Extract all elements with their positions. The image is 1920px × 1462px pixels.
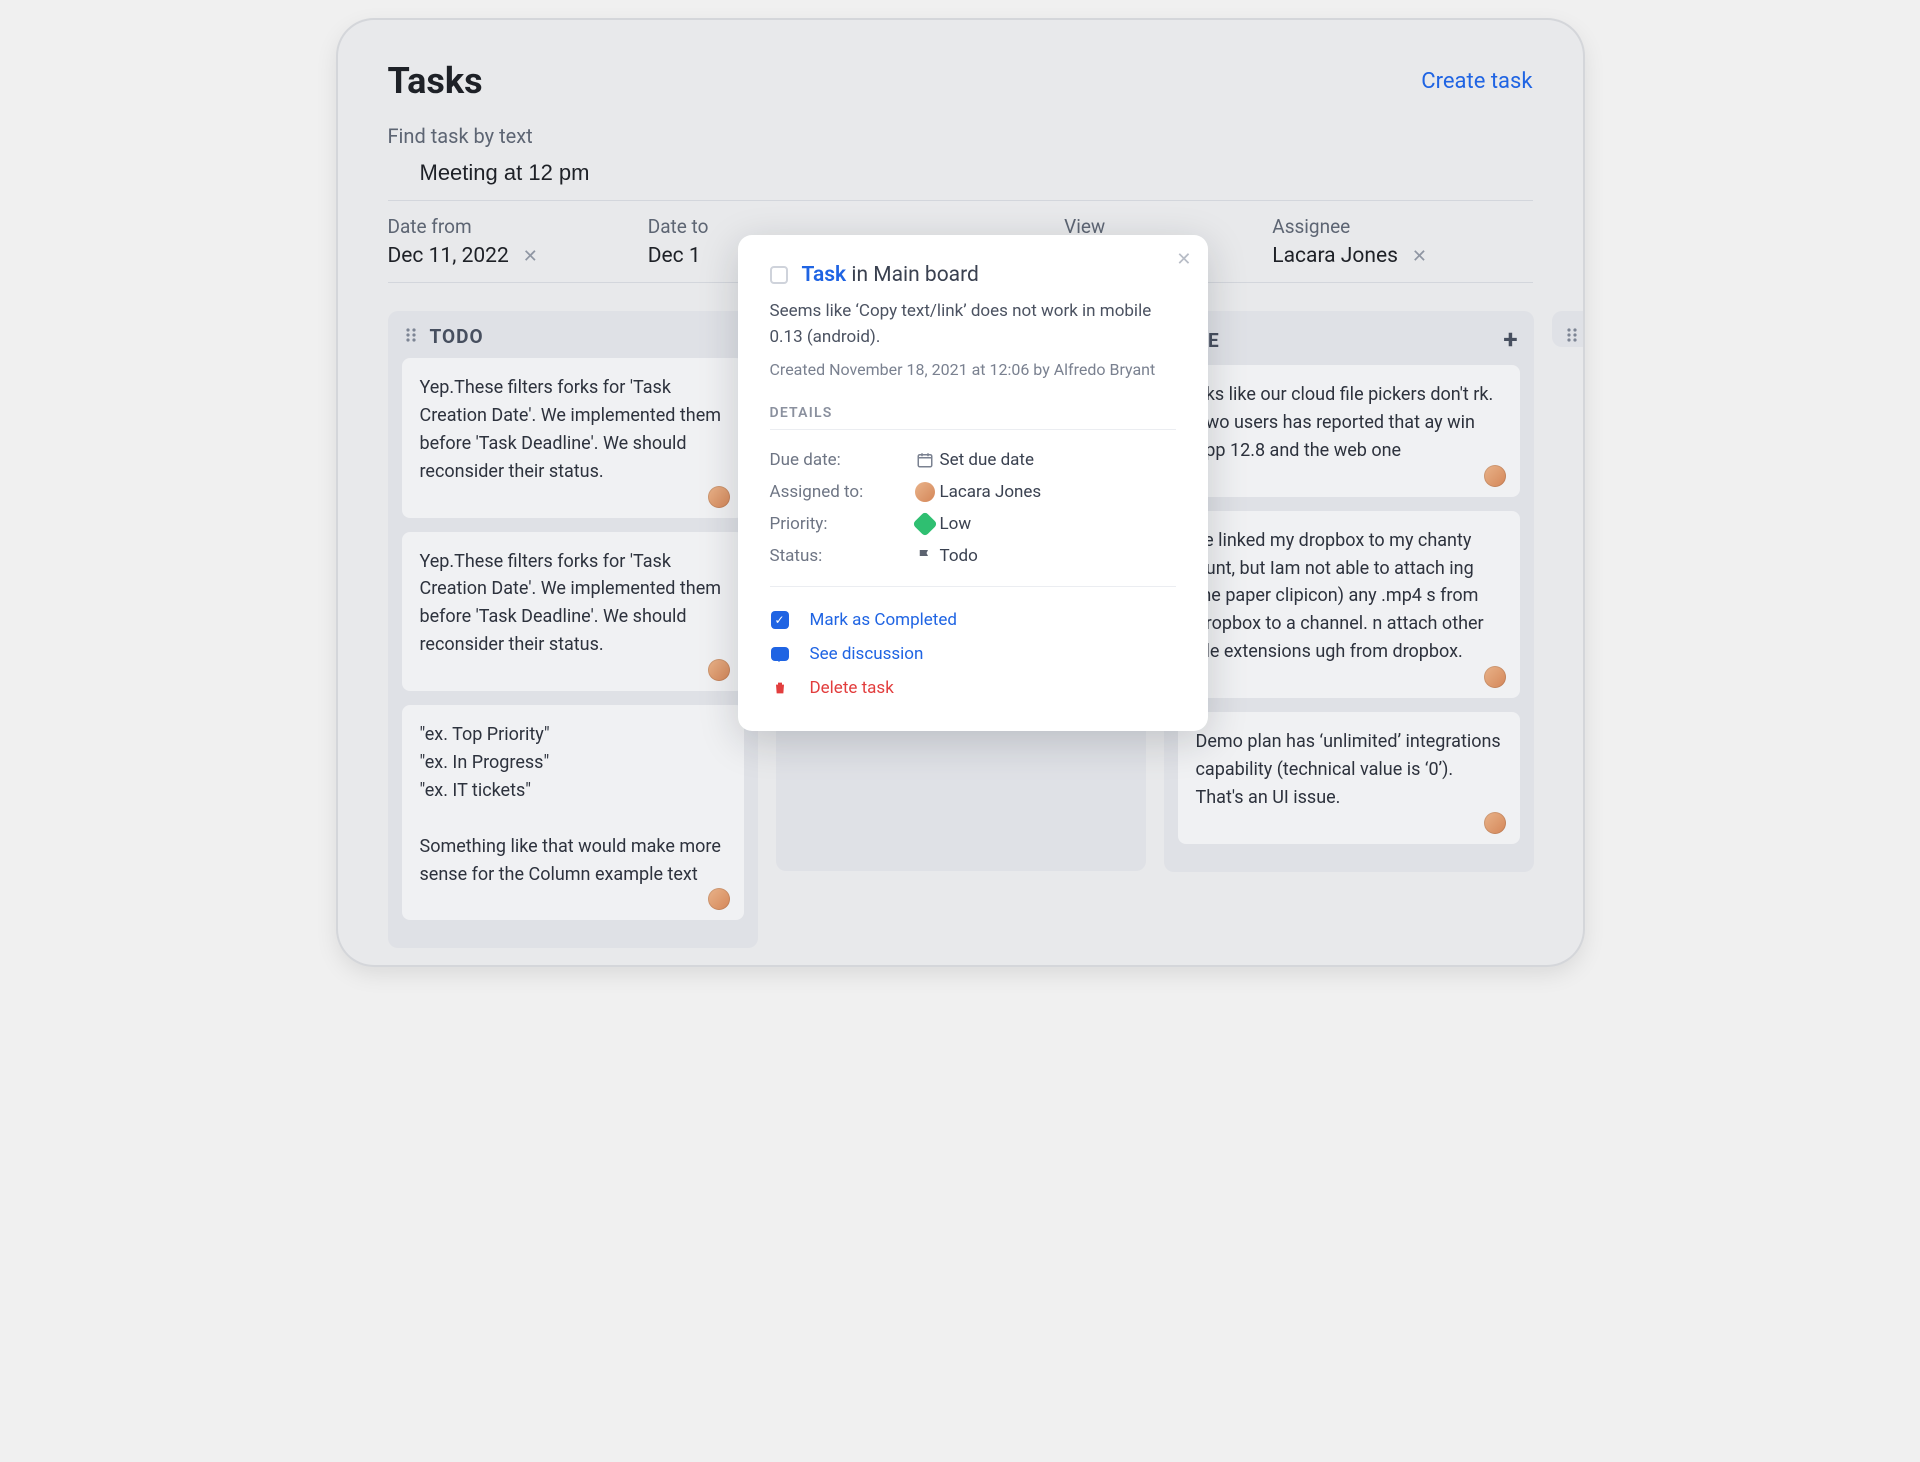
task-card[interactable]: "ex. Top Priority" "ex. In Progress" "ex… <box>402 705 744 920</box>
title-suffix: in Main board <box>846 263 979 287</box>
task-card[interactable]: Yep.These filters forks for 'Task Creati… <box>402 532 744 692</box>
page-title: Tasks <box>388 60 483 102</box>
app-frame: Tasks Create task Find task by text Date… <box>338 20 1583 965</box>
card-text: Yep.These filters forks for 'Task Creati… <box>420 551 722 656</box>
add-card-icon[interactable]: + <box>1503 325 1517 355</box>
trash-icon <box>770 679 790 697</box>
detail-value: Low <box>940 514 972 534</box>
popover-title: Task in Main board <box>802 263 979 287</box>
detail-value: Lacara Jones <box>940 482 1042 502</box>
task-card[interactable]: Demo plan has ‘unlimited’ integrations c… <box>1178 712 1520 844</box>
task-card[interactable]: oks like our cloud file pickers don't rk… <box>1178 365 1520 497</box>
card-text: Demo plan has ‘unlimited’ integrations c… <box>1196 731 1501 808</box>
avatar <box>1484 666 1506 688</box>
action-label: Delete task <box>810 678 894 698</box>
avatar-icon <box>910 482 940 502</box>
task-created-meta: Created November 18, 2021 at 12:06 by Al… <box>770 360 1176 379</box>
detail-label: Assigned to: <box>770 482 910 502</box>
search-label: Find task by text <box>388 124 1533 148</box>
task-description: Seems like ‘Copy text/link’ does not wor… <box>770 299 1176 350</box>
action-label: Mark as Completed <box>810 610 957 630</box>
avatar <box>708 888 730 910</box>
popover-actions: ✓ Mark as Completed See discussion Delet… <box>770 586 1176 705</box>
detail-label: Status: <box>770 546 910 566</box>
calendar-icon <box>910 451 940 469</box>
detail-value: Todo <box>940 546 978 566</box>
filter-value: Dec 11, 2022 <box>388 244 509 268</box>
task-card[interactable]: Yep.These filters forks for 'Task Creati… <box>402 358 744 518</box>
column-header: TODO <box>388 311 758 358</box>
column-stub <box>1552 311 1583 347</box>
filter-value: Dec 1 <box>648 244 701 268</box>
card-text: ve linked my dropbox to my chanty ount, … <box>1196 530 1484 663</box>
mark-completed-button[interactable]: ✓ Mark as Completed <box>770 603 1176 637</box>
filter-label: Date from <box>388 215 648 238</box>
create-task-link[interactable]: Create task <box>1421 69 1532 94</box>
card-text: "ex. Top Priority" "ex. In Progress" "ex… <box>420 724 721 884</box>
task-popover: ✕ Task in Main board Seems like ‘Copy te… <box>738 235 1208 731</box>
avatar <box>1484 465 1506 487</box>
filter-label: Assignee <box>1272 215 1532 238</box>
filter-date-from[interactable]: Date from Dec 11, 2022 ✕ <box>388 215 648 268</box>
header: Tasks Create task <box>388 60 1533 102</box>
task-link[interactable]: Task <box>802 263 847 287</box>
column-header: ONE + <box>1164 311 1534 365</box>
drag-handle-icon[interactable] <box>1565 327 1581 347</box>
detail-status[interactable]: Status: Todo <box>770 540 1176 572</box>
clear-icon[interactable]: ✕ <box>1412 246 1427 267</box>
column-todo: TODO Yep.These filters forks for 'Task C… <box>388 311 758 948</box>
action-label: See discussion <box>810 644 924 664</box>
task-card[interactable]: ve linked my dropbox to my chanty ount, … <box>1178 511 1520 698</box>
see-discussion-button[interactable]: See discussion <box>770 637 1176 671</box>
drag-handle-icon[interactable] <box>404 327 420 347</box>
detail-label: Due date: <box>770 450 910 470</box>
search-input[interactable] <box>388 156 1533 200</box>
filter-value: Lacara Jones <box>1272 244 1398 268</box>
card-text: Yep.These filters forks for 'Task Creati… <box>420 377 722 482</box>
details-heading: DETAILS <box>770 405 1176 430</box>
avatar <box>708 659 730 681</box>
chat-icon <box>770 647 790 661</box>
detail-priority[interactable]: Priority: Low <box>770 508 1176 540</box>
detail-label: Priority: <box>770 514 910 534</box>
avatar <box>708 486 730 508</box>
popover-title-row: Task in Main board <box>770 263 1176 287</box>
filter-assignee[interactable]: Assignee Lacara Jones ✕ <box>1272 215 1532 268</box>
priority-icon <box>910 515 940 533</box>
check-icon: ✓ <box>770 611 790 629</box>
clear-icon[interactable]: ✕ <box>523 246 538 267</box>
card-text: oks like our cloud file pickers don't rk… <box>1196 384 1494 461</box>
delete-task-button[interactable]: Delete task <box>770 671 1176 705</box>
detail-assignee[interactable]: Assigned to: Lacara Jones <box>770 476 1176 508</box>
screen: Tasks Create task Find task by text Date… <box>338 20 1583 965</box>
column-done: ONE + oks like our cloud file pickers do… <box>1164 311 1534 872</box>
avatar <box>1484 812 1506 834</box>
column-title: TODO <box>430 325 742 348</box>
detail-due-date[interactable]: Due date: Set due date <box>770 444 1176 476</box>
task-checkbox[interactable] <box>770 266 788 284</box>
close-icon[interactable]: ✕ <box>1176 249 1191 270</box>
flag-icon <box>910 547 940 565</box>
column-title: ONE <box>1180 329 1494 352</box>
detail-value: Set due date <box>940 450 1035 470</box>
